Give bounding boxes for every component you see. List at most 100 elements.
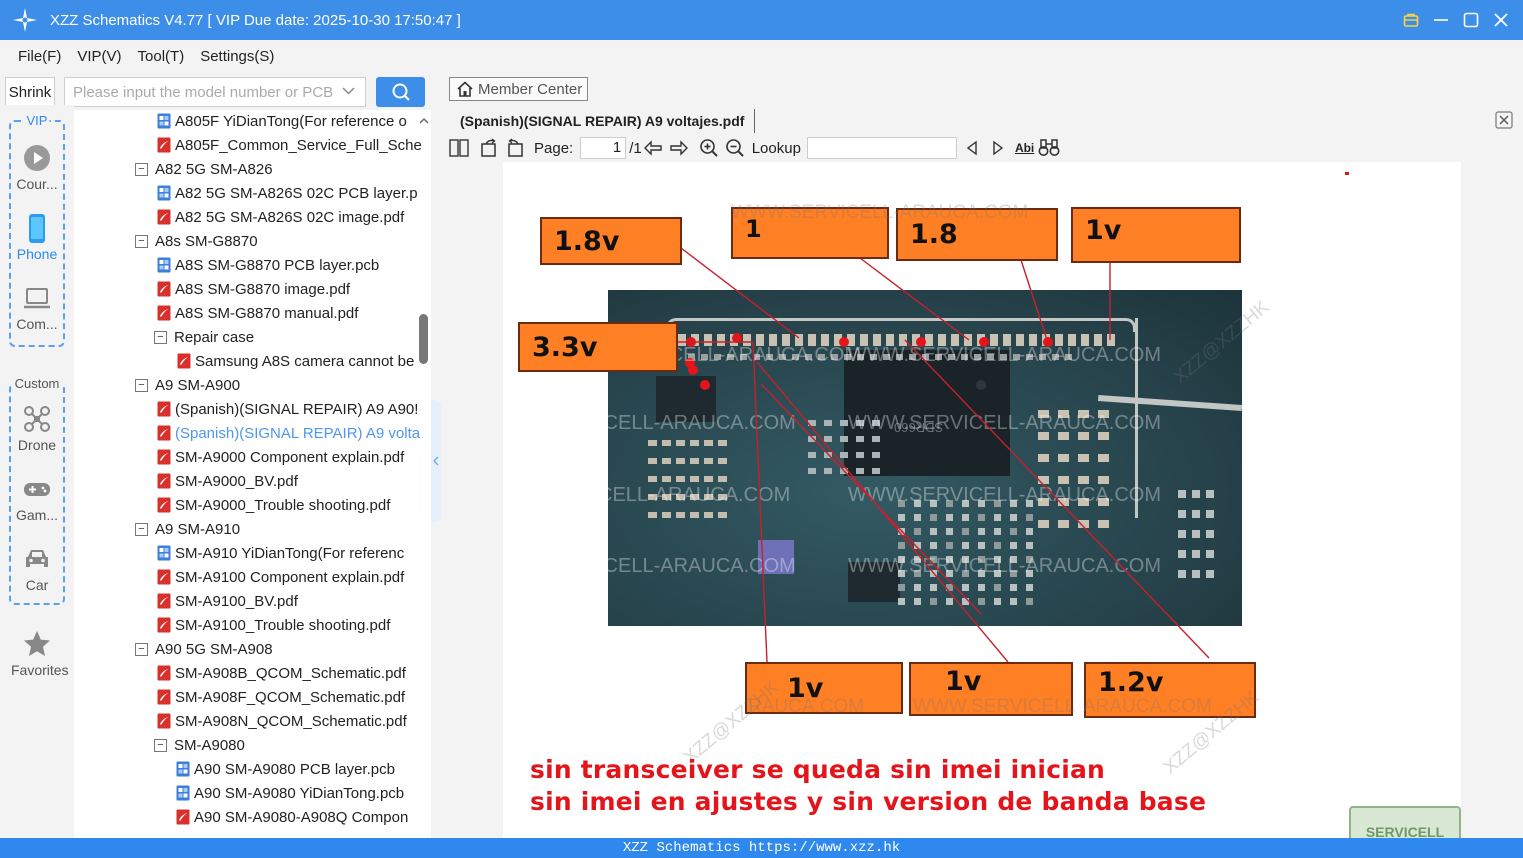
tree-item-label: A8S SM-G8870 PCB layer.pcb bbox=[175, 256, 380, 274]
tree-file-row[interactable]: A8S SM-G8870 manual.pdf bbox=[157, 301, 431, 325]
two-page-view-icon[interactable] bbox=[448, 137, 470, 159]
tree-file-row[interactable]: (Spanish)(SIGNAL REPAIR) A9 volta bbox=[157, 421, 431, 445]
tree-file-row[interactable]: A805F_Common_Service_Full_Sche bbox=[157, 133, 431, 157]
tree-folder-row[interactable]: − A9 SM-A900 bbox=[135, 373, 431, 397]
rail-computer[interactable]: Com... bbox=[11, 284, 63, 332]
tree-scrollbar[interactable] bbox=[419, 314, 428, 364]
tree-item-label: A90 SM-A9080 PCB layer.pcb bbox=[194, 760, 395, 778]
collapse-toggle-icon[interactable]: − bbox=[135, 234, 148, 248]
rail-game[interactable]: Gam... bbox=[11, 475, 63, 523]
pcb-file-icon bbox=[157, 257, 171, 273]
tree-file-row[interactable]: SM-A9100_BV.pdf bbox=[157, 589, 431, 613]
star-icon bbox=[23, 630, 51, 658]
tree-file-row[interactable]: SM-A9000 Component explain.pdf bbox=[157, 445, 431, 469]
category-rail: VIP Cour... Phone Com... Custom Drone Ga… bbox=[0, 105, 74, 838]
pdf-viewer[interactable]: SDR660 ICELL-ARAUCA.COM WWW.SERVICELL-AR… bbox=[441, 162, 1523, 838]
tree-folder-row[interactable]: − A8s SM-G8870 bbox=[135, 229, 431, 253]
collapse-toggle-icon[interactable]: − bbox=[135, 378, 148, 392]
menu-tool[interactable]: Tool(T) bbox=[138, 48, 185, 65]
tree-file-row[interactable]: SM-A9100_Trouble shooting.pdf bbox=[157, 613, 431, 637]
tree-item-label: SM-A910 YiDianTong(For referenc bbox=[175, 544, 405, 562]
zoom-out-icon[interactable] bbox=[724, 137, 746, 159]
binoculars-icon[interactable] bbox=[1038, 137, 1060, 159]
pdf-file-icon bbox=[157, 497, 171, 513]
pdf-file-icon bbox=[157, 209, 171, 225]
tree-file-row[interactable]: A82 5G SM-A826S 02C image.pdf bbox=[157, 205, 431, 229]
page-label: Page: bbox=[534, 139, 574, 157]
pcb-file-icon bbox=[176, 785, 190, 801]
rotate-left-icon[interactable] bbox=[478, 137, 500, 159]
tree-folder-row[interactable]: − A90 5G SM-A908 bbox=[135, 637, 431, 661]
find-prev-icon[interactable] bbox=[961, 137, 983, 159]
model-search-input[interactable]: Please input the model number or PCB bbox=[64, 77, 366, 107]
tree-file-row[interactable]: A8S SM-G8870 image.pdf bbox=[157, 277, 431, 301]
pcb-file-icon bbox=[157, 185, 171, 201]
tree-file-row[interactable]: SM-A908N_QCOM_Schematic.pdf bbox=[157, 709, 431, 733]
maximize-icon[interactable] bbox=[1463, 12, 1479, 28]
menu-settings[interactable]: Settings(S) bbox=[200, 48, 274, 65]
rail-drone[interactable]: Drone bbox=[11, 405, 63, 453]
tree-file-row[interactable]: SM-A908F_QCOM_Schematic.pdf bbox=[157, 685, 431, 709]
tree-item-label: A82 5G SM-A826 bbox=[155, 160, 273, 178]
close-icon[interactable] bbox=[1493, 12, 1509, 28]
vip-bag-icon[interactable] bbox=[1403, 12, 1419, 28]
tree-file-row[interactable]: A90 SM-A9080-A908Q Compon bbox=[176, 805, 431, 829]
pcb-file-icon bbox=[157, 113, 171, 129]
rotate-right-icon[interactable] bbox=[504, 137, 526, 159]
page-number-input[interactable]: 1 bbox=[580, 137, 627, 159]
next-page-icon[interactable] bbox=[668, 137, 690, 159]
tree-file-row[interactable]: A82 5G SM-A826S 02C PCB layer.p bbox=[157, 181, 431, 205]
tree-file-row[interactable]: SM-A910 YiDianTong(For referenc bbox=[157, 541, 431, 565]
lookup-input[interactable] bbox=[806, 137, 957, 159]
collapse-toggle-icon[interactable]: − bbox=[154, 738, 167, 752]
match-case-icon[interactable]: Abi bbox=[1015, 141, 1034, 155]
document-tab[interactable]: (Spanish)(SIGNAL REPAIR) A9 voltajes.pdf bbox=[451, 109, 756, 133]
shrink-button[interactable]: Shrink bbox=[5, 77, 55, 107]
rail-car-label: Car bbox=[25, 577, 49, 593]
minimize-icon[interactable] bbox=[1433, 12, 1449, 28]
tree-file-row[interactable]: A90 SM-A9080 PCB layer.pcb bbox=[176, 757, 431, 781]
menu-vip[interactable]: VIP(V) bbox=[77, 48, 121, 65]
tree-file-row[interactable]: SM-A9000_BV.pdf bbox=[157, 469, 431, 493]
find-next-icon[interactable] bbox=[987, 137, 1009, 159]
tree-item-label: SM-A9000_Trouble shooting.pdf bbox=[175, 496, 391, 514]
prev-page-icon[interactable] bbox=[642, 137, 664, 159]
tree-item-label: A82 5G SM-A826S 02C image.pdf bbox=[175, 208, 405, 226]
pdf-file-icon bbox=[157, 713, 171, 729]
collapse-toggle-icon[interactable]: − bbox=[135, 162, 148, 176]
member-center-button[interactable]: Member Center bbox=[449, 77, 588, 101]
search-button[interactable] bbox=[376, 77, 425, 107]
tree-file-row[interactable]: A90 SM-A9080 YiDianTong.pcb bbox=[176, 781, 431, 805]
rail-favorites[interactable]: Favorites bbox=[11, 630, 69, 678]
zoom-in-icon[interactable] bbox=[698, 137, 720, 159]
tree-file-row[interactable]: SM-A908B_QCOM_Schematic.pdf bbox=[157, 661, 431, 685]
tree-file-row[interactable]: Samsung A8S camera cannot be bbox=[177, 349, 431, 373]
collapse-toggle-icon[interactable]: − bbox=[154, 330, 167, 344]
rail-car[interactable]: Car bbox=[11, 545, 63, 593]
collapse-tree-handle[interactable] bbox=[431, 400, 441, 522]
custom-group-label: Custom bbox=[12, 376, 62, 391]
chevron-down-icon[interactable] bbox=[342, 84, 355, 100]
tree-file-row[interactable]: SM-A9100 Component explain.pdf bbox=[157, 565, 431, 589]
pdf-file-icon bbox=[157, 425, 171, 441]
rail-course[interactable]: Cour... bbox=[11, 144, 63, 192]
menu-file[interactable]: File(F) bbox=[18, 48, 61, 65]
collapse-toggle-icon[interactable]: − bbox=[135, 522, 148, 536]
pdf-file-icon bbox=[157, 401, 171, 417]
pdf-page: SDR660 ICELL-ARAUCA.COM WWW.SERVICELL-AR… bbox=[503, 162, 1461, 838]
rail-phone[interactable]: Phone bbox=[11, 214, 63, 262]
tree-folder-row[interactable]: − SM-A9080 bbox=[154, 733, 431, 757]
tree-folder-row[interactable]: − A82 5G SM-A826 bbox=[135, 157, 431, 181]
tree-item-label: A90 5G SM-A908 bbox=[155, 640, 273, 658]
tree-file-row[interactable]: (Spanish)(SIGNAL REPAIR) A9 A90! bbox=[157, 397, 431, 421]
rail-favorites-label: Favorites bbox=[11, 662, 69, 678]
collapse-toggle-icon[interactable]: − bbox=[135, 642, 148, 656]
tree-folder-row[interactable]: − A9 SM-A910 bbox=[135, 517, 431, 541]
tree-folder-row[interactable]: − Repair case bbox=[154, 325, 431, 349]
tree-file-row[interactable]: SM-A9000_Trouble shooting.pdf bbox=[157, 493, 431, 517]
tree-item-label: SM-A908F_QCOM_Schematic.pdf bbox=[175, 688, 406, 706]
tree-file-row[interactable]: A805F YiDianTong(For reference o bbox=[157, 110, 431, 133]
close-tab-icon[interactable] bbox=[1495, 111, 1513, 129]
tree-file-row[interactable]: A8S SM-G8870 PCB layer.pcb bbox=[157, 253, 431, 277]
scroll-up-icon[interactable] bbox=[418, 115, 430, 127]
